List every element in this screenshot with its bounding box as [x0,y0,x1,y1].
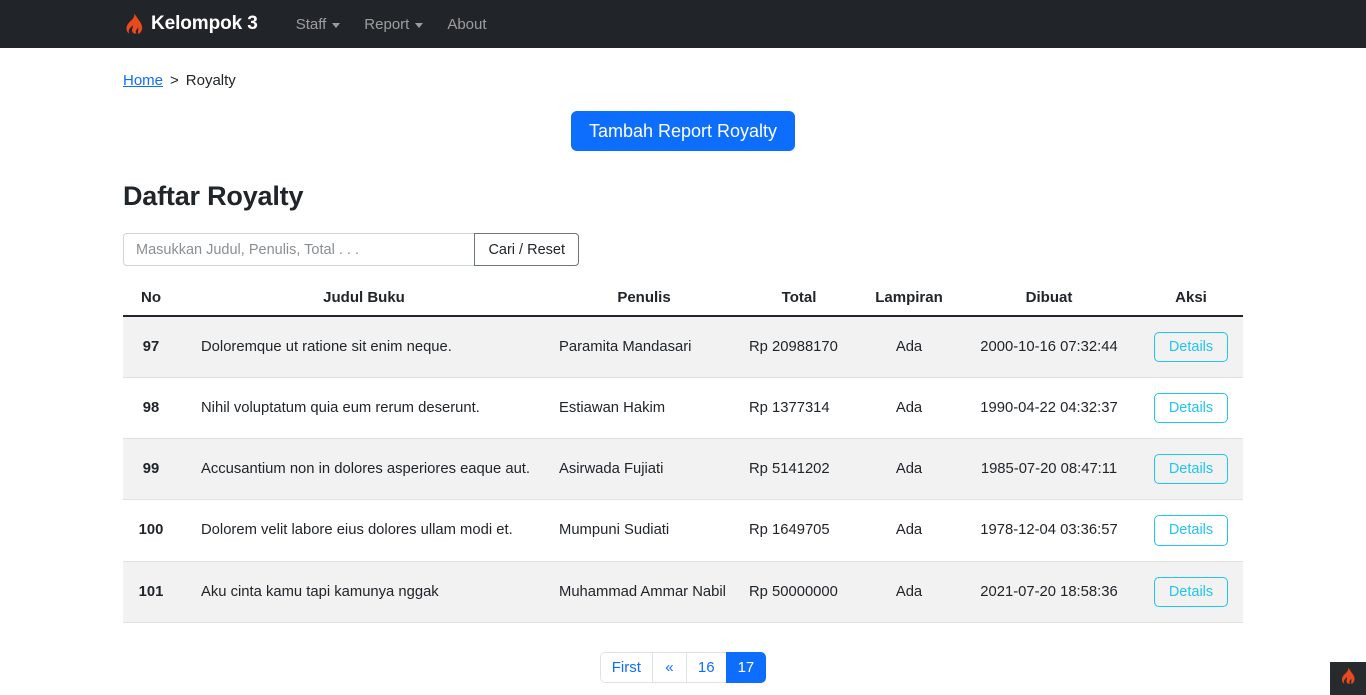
cell-penulis: Muhammad Ammar Nabil [549,561,739,623]
cell-no: 100 [123,499,179,562]
cell-dibuat: 1990-04-22 04:32:37 [959,377,1139,440]
nav-item-label: About [447,15,487,33]
table-row: 100 Dolorem velit labore eius dolores ull… [123,499,1243,562]
cell-judul: Aku cinta kamu tapi kamunya nggak [179,561,549,623]
brand-logo-link[interactable]: Kelompok 3 [124,13,258,35]
cell-aksi: Details [1139,499,1243,562]
cell-penulis: Mumpuni Sudiati [549,499,739,562]
flame-icon [124,13,144,35]
cell-judul: Accusantium non in dolores asperiores ea… [179,438,549,501]
cell-aksi: Details [1139,438,1243,501]
cell-aksi: Details [1139,377,1243,440]
top-navbar: Kelompok 3 Staff Report About [0,0,1366,48]
cell-dibuat: 1978-12-04 03:36:57 [959,499,1139,562]
cell-judul: Nihil voluptatum quia eum rerum deserunt… [179,377,549,440]
column-header-total: Total [739,283,859,317]
search-submit-button[interactable]: Cari / Reset [474,233,579,266]
cell-penulis: Asirwada Fujiati [549,438,739,501]
cell-lampiran: Ada [859,499,959,562]
table-row: 101 Aku cinta kamu tapi kamunya nggak Muha… [123,561,1243,623]
corner-flame-widget[interactable] [1330,662,1366,695]
cell-penulis: Paramita Mandasari [549,316,739,379]
cell-penulis: Estiawan Hakim [549,377,739,440]
cell-total: Rp 50000000 [739,561,859,623]
search-input[interactable] [123,233,475,266]
cell-total: Rp 1377314 [739,377,859,440]
cell-no: 99 [123,438,179,501]
column-header-no: No [123,283,179,317]
details-button[interactable]: Details [1153,393,1229,424]
add-action-row: Tambah Report Royalty [123,111,1243,151]
cell-aksi: Details [1139,561,1243,623]
search-group: Cari / Reset [123,233,579,266]
page-container: Home > Royalty Tambah Report Royalty Daf… [123,48,1243,683]
details-button[interactable]: Details [1153,576,1229,607]
breadcrumb-current: Royalty [185,72,236,89]
chevron-down-icon [332,22,341,28]
column-header-lampiran: Lampiran [859,283,959,317]
cell-dibuat: 1985-07-20 08:47:11 [959,438,1139,501]
column-header-penulis: Penulis [549,283,739,317]
royalty-table: No Judul Buku Penulis Total Lampiran Dib… [123,283,1243,623]
breadcrumb-home-link[interactable]: Home [123,72,163,89]
add-royalty-report-button[interactable]: Tambah Report Royalty [570,111,796,151]
details-button[interactable]: Details [1153,332,1229,363]
pagination-link[interactable]: First [599,651,652,683]
cell-judul: Doloremque ut ratione sit enim neque. [179,316,549,379]
table-row: 98 Nihil voluptatum quia eum rerum deseru… [123,377,1243,440]
details-button[interactable]: Details [1153,454,1229,485]
cell-total: Rp 5141202 [739,438,859,501]
table-row: 97 Doloremque ut ratione sit enim neque. P… [123,316,1243,379]
cell-lampiran: Ada [859,316,959,379]
nav-item-about[interactable]: About [435,10,498,39]
navbar-links: Staff Report About [284,10,499,39]
details-button[interactable]: Details [1153,515,1229,546]
pagination-link[interactable]: 17 [725,651,767,683]
pagination: First «16 17 [599,651,767,683]
breadcrumb: Home > Royalty [123,48,1243,89]
pagination-link[interactable]: 16 [685,651,726,683]
cell-no: 98 [123,377,179,440]
cell-total: Rp 1649705 [739,499,859,562]
table-body: 97 Doloremque ut ratione sit enim neque. P… [123,316,1243,623]
brand-label: Kelompok 3 [151,13,258,34]
column-header-aksi: Aksi [1139,283,1243,317]
cell-lampiran: Ada [859,438,959,501]
column-header-judul: Judul Buku [179,283,549,317]
cell-judul: Dolorem velit labore eius dolores ullam … [179,499,549,562]
cell-lampiran: Ada [859,377,959,440]
pagination-link[interactable]: « [651,651,686,683]
cell-no: 101 [123,561,179,623]
chevron-down-icon [415,22,424,28]
table-head: No Judul Buku Penulis Total Lampiran Dib… [123,283,1243,317]
nav-item-report[interactable]: Report [352,10,435,39]
nav-item-staff[interactable]: Staff [284,10,353,39]
table-header-row: No Judul Buku Penulis Total Lampiran Dib… [123,283,1243,317]
cell-dibuat: 2000-10-16 07:32:44 [959,316,1139,379]
page-title: Daftar Royalty [123,181,304,211]
column-header-dibuat: Dibuat [959,283,1139,317]
breadcrumb-separator: > [170,72,179,89]
pagination-wrap: First «16 17 [123,651,1243,683]
nav-item-label: Report [364,15,410,33]
nav-item-label: Staff [295,15,327,33]
cell-dibuat: 2021-07-20 18:58:36 [959,561,1139,623]
cell-aksi: Details [1139,316,1243,379]
table-row: 99 Accusantium non in dolores asperiores … [123,438,1243,501]
cell-no: 97 [123,316,179,379]
cell-total: Rp 20988170 [739,316,859,379]
flame-icon [1340,667,1356,690]
cell-lampiran: Ada [859,561,959,623]
